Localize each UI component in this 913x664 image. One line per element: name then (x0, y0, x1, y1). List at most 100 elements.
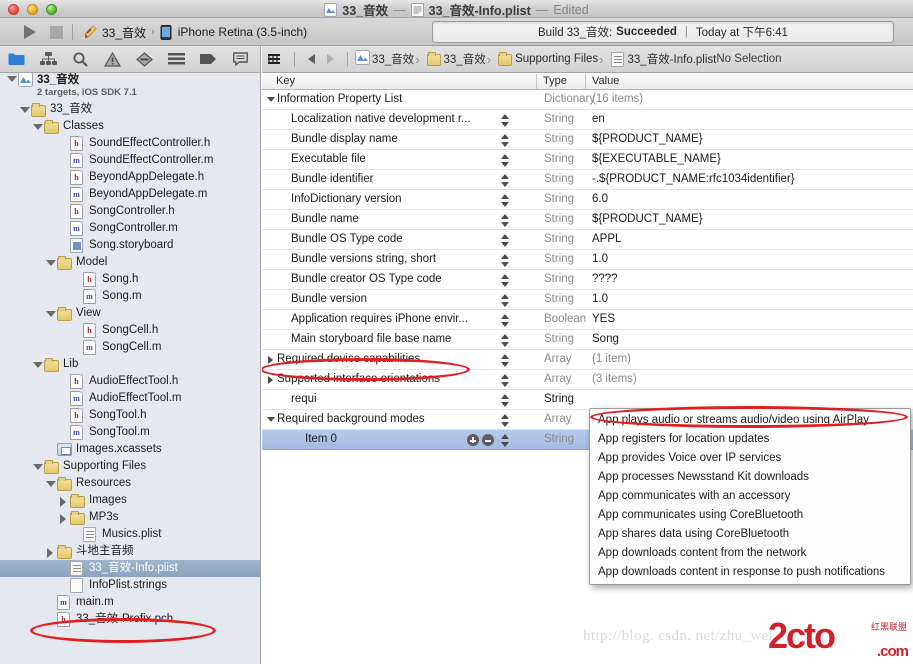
test-navigator-icon[interactable] (128, 49, 160, 69)
type-stepper[interactable] (501, 332, 510, 348)
type-stepper[interactable] (501, 132, 510, 148)
plist-row[interactable]: Information Property ListDictionary(16 i… (262, 90, 913, 110)
plist-row[interactable]: Application requires iPhone envir...Bool… (262, 310, 913, 330)
run-button[interactable] (20, 22, 40, 42)
header-divider-2[interactable] (585, 74, 586, 89)
type-stepper[interactable] (501, 432, 510, 448)
plist-type[interactable]: String (544, 293, 574, 305)
navigator-item[interactable]: mBeyondAppDelegate.m (0, 186, 260, 203)
dropdown-menu-item[interactable]: App provides Voice over IP services (590, 449, 910, 468)
plist-row[interactable]: Bundle nameString${PRODUCT_NAME} (262, 210, 913, 230)
symbol-navigator-icon[interactable] (64, 49, 96, 69)
plist-row[interactable]: requiString (262, 390, 913, 410)
plist-row[interactable]: InfoDictionary versionString6.0 (262, 190, 913, 210)
navigator-item[interactable]: hAudioEffectTool.h (0, 373, 260, 390)
type-stepper[interactable] (501, 272, 510, 288)
navigator-item[interactable]: MP3s (0, 509, 260, 526)
navigator-item[interactable]: hBeyondAppDelegate.h (0, 169, 260, 186)
navigator-item[interactable]: Lib (0, 356, 260, 373)
plist-type[interactable]: Boolean (544, 313, 586, 325)
type-stepper[interactable] (501, 112, 510, 128)
navigator-item[interactable]: Resources (0, 475, 260, 492)
plist-type[interactable]: String (544, 193, 574, 205)
disclosure-triangle-closed[interactable] (266, 374, 276, 384)
disclosure-triangle-open[interactable] (19, 105, 29, 115)
dropdown-menu-item[interactable]: App registers for location updates (590, 430, 910, 449)
breadcrumb-item[interactable]: 33_音效 (355, 51, 414, 67)
navigator-item[interactable]: hSoundEffectController.h (0, 135, 260, 152)
plist-row[interactable]: Supported interface orientationsArray(3 … (262, 370, 913, 390)
dropdown-menu-item[interactable]: App plays audio or streams audio/video u… (590, 411, 910, 430)
navigator-item[interactable]: mSongController.m (0, 220, 260, 237)
column-header-key[interactable]: Key (276, 75, 295, 87)
plist-type[interactable]: String (544, 333, 574, 345)
plist-row[interactable]: Bundle versions string, shortString1.0 (262, 250, 913, 270)
plist-value[interactable]: 1.0 (592, 293, 608, 305)
navigator-item[interactable]: Supporting Files (0, 458, 260, 475)
plist-type[interactable]: String (544, 213, 574, 225)
plist-type[interactable]: Array (544, 373, 571, 385)
navigator-item[interactable]: Song.storyboard (0, 237, 260, 254)
plist-type[interactable]: String (544, 433, 574, 445)
plist-type[interactable]: String (544, 113, 574, 125)
plist-value[interactable]: ${EXECUTABLE_NAME} (592, 153, 721, 165)
navigator-item[interactable]: Musics.plist (0, 526, 260, 543)
breakpoint-navigator-icon[interactable] (192, 49, 224, 69)
plist-value[interactable]: APPL (592, 233, 621, 245)
source-control-navigator-icon[interactable] (32, 49, 64, 69)
breadcrumb-item[interactable]: 33_音效 (414, 51, 486, 67)
plist-type[interactable]: Array (544, 353, 571, 365)
plist-row[interactable]: Required device capabilitiesArray(1 item… (262, 350, 913, 370)
plist-value[interactable]: ${PRODUCT_NAME} (592, 213, 703, 225)
type-stepper[interactable] (501, 172, 510, 188)
dropdown-menu-item[interactable]: App shares data using CoreBluetooth (590, 525, 910, 544)
navigator-item[interactable]: 斗地主音频 (0, 543, 260, 560)
plist-row[interactable]: Bundle identifierString-.${PRODUCT_NAME:… (262, 170, 913, 190)
navigator-item[interactable]: mSongTool.m (0, 424, 260, 441)
breadcrumb-item[interactable]: 33_音效-Info.plist (598, 51, 716, 67)
plist-type[interactable]: String (544, 253, 574, 265)
navigator-item[interactable]: View (0, 305, 260, 322)
plist-value[interactable]: ${PRODUCT_NAME} (592, 133, 703, 145)
plist-value[interactable]: -.${PRODUCT_NAME:rfc1034identifier} (592, 173, 795, 185)
disclosure-triangle-open[interactable] (266, 414, 276, 424)
disclosure-triangle-closed[interactable] (266, 354, 276, 364)
disclosure-triangle-closed[interactable] (45, 547, 55, 557)
dropdown-menu-item[interactable]: App communicates using CoreBluetooth (590, 506, 910, 525)
plist-value[interactable]: ???? (592, 273, 618, 285)
stop-button[interactable] (46, 22, 66, 42)
dropdown-menu-item[interactable]: App communicates with an accessory (590, 487, 910, 506)
header-divider-1[interactable] (536, 74, 537, 89)
scheme-selector[interactable]: 33_音效 › iPhone Retina (3.5-inch) (82, 23, 307, 41)
plist-row[interactable]: Executable fileString${EXECUTABLE_NAME} (262, 150, 913, 170)
add-item-icon[interactable] (467, 434, 479, 446)
related-items-icon[interactable] (268, 54, 280, 64)
log-navigator-icon[interactable] (224, 49, 256, 69)
type-stepper[interactable] (501, 232, 510, 248)
plist-row[interactable]: Bundle creator OS Type codeString???? (262, 270, 913, 290)
navigator-item[interactable]: mSongCell.m (0, 339, 260, 356)
dropdown-menu-item[interactable]: App processes Newsstand Kit downloads (590, 468, 910, 487)
plist-value[interactable]: (16 items) (592, 93, 643, 105)
column-header-value[interactable]: Value (592, 75, 619, 87)
plist-row[interactable]: Main storyboard file base nameStringSong (262, 330, 913, 350)
navigator-item[interactable]: hSongCell.h (0, 322, 260, 339)
debug-navigator-icon[interactable] (160, 49, 192, 69)
back-arrow-icon[interactable] (308, 54, 315, 64)
plist-row[interactable]: Bundle versionString1.0 (262, 290, 913, 310)
disclosure-triangle-open[interactable] (45, 479, 55, 489)
disclosure-triangle-open[interactable] (45, 309, 55, 319)
dropdown-menu-item[interactable]: App downloads content from the network (590, 544, 910, 563)
navigator-item[interactable]: 33_音效2 targets, iOS SDK 7.1 (0, 73, 260, 101)
plist-add-remove-buttons[interactable] (467, 434, 494, 446)
navigator-item[interactable]: mmain.m (0, 594, 260, 611)
plist-row[interactable]: Localization native development r...Stri… (262, 110, 913, 130)
disclosure-triangle-open[interactable] (32, 360, 42, 370)
plist-type[interactable]: String (544, 273, 574, 285)
column-header-type[interactable]: Type (543, 75, 567, 87)
disclosure-triangle-open[interactable] (266, 94, 276, 104)
navigator-item[interactable]: Images.xcassets (0, 441, 260, 458)
plist-value[interactable]: YES (592, 313, 615, 325)
type-stepper[interactable] (501, 412, 510, 428)
status-bar[interactable]: Build 33_音效: Succeeded | Today at 下午6:41 (432, 21, 894, 43)
